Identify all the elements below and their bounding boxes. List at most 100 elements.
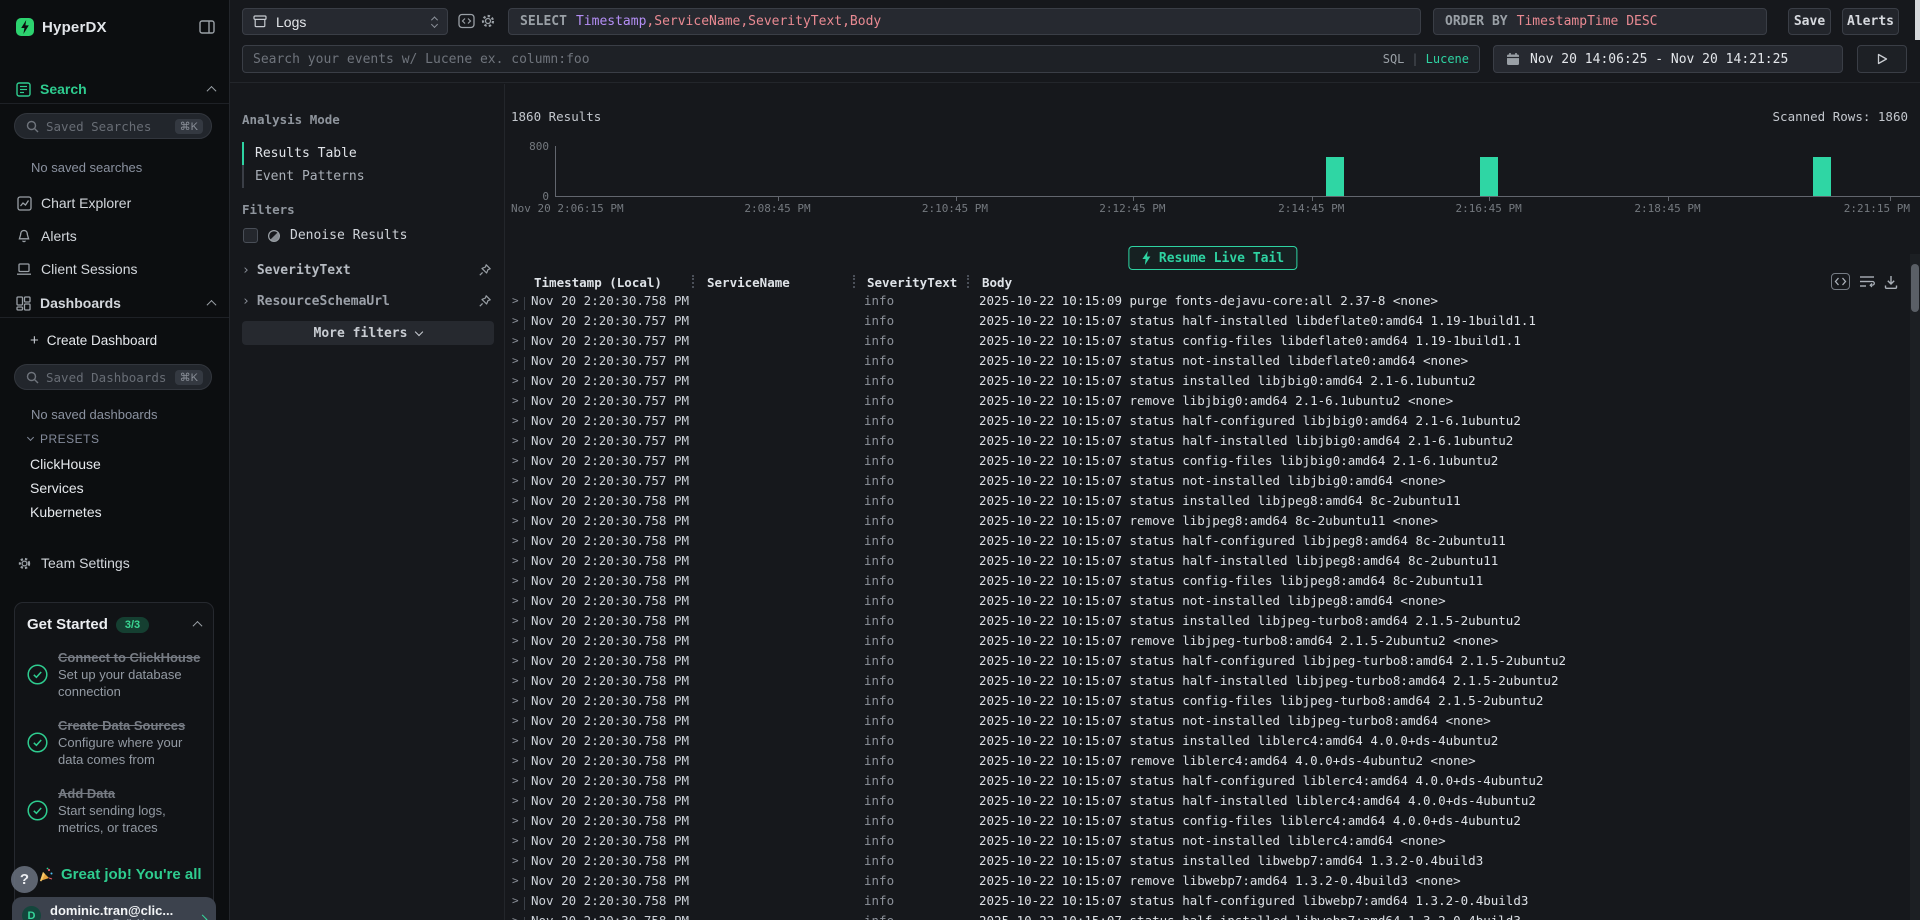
table-row[interactable]: > Nov 20 2:20:30.758 PM info 2025-10-22 … <box>505 670 1920 690</box>
table-row[interactable]: > Nov 20 2:20:30.758 PM info 2025-10-22 … <box>505 650 1920 670</box>
table-row[interactable]: > Nov 20 2:20:30.758 PM info 2025-10-22 … <box>505 770 1920 790</box>
row-expand-chevron[interactable]: > <box>505 334 531 347</box>
table-row[interactable]: > Nov 20 2:20:30.758 PM info 2025-10-22 … <box>505 710 1920 730</box>
select-columns-input[interactable]: SELECT Timestamp,ServiceName,SeverityTex… <box>508 8 1421 35</box>
table-row[interactable]: > Nov 20 2:20:30.757 PM info 2025-10-22 … <box>505 430 1920 450</box>
column-resize-handle[interactable] <box>853 275 855 288</box>
mode-event-patterns[interactable]: Event Patterns <box>242 165 492 188</box>
col-header-severitytext[interactable]: SeverityText <box>864 275 979 290</box>
run-query-button[interactable] <box>1857 45 1907 73</box>
user-profile-bar[interactable]: D dominic.tran@clic... dominic.tran@clic… <box>12 897 216 920</box>
column-resize-handle[interactable] <box>967 275 969 288</box>
row-expand-chevron[interactable]: > <box>505 854 531 867</box>
save-button[interactable]: Save <box>1788 8 1831 35</box>
source-settings-gear-icon[interactable] <box>480 13 496 29</box>
filter-group-resourceschemaurl[interactable]: › ResourceSchemaUrl <box>242 291 492 311</box>
chevron-up-icon[interactable] <box>207 85 217 95</box>
table-row[interactable]: > Nov 20 2:20:30.758 PM info 2025-10-22 … <box>505 510 1920 530</box>
pin-icon[interactable] <box>478 263 492 277</box>
preset-item-clickhouse[interactable]: ClickHouse <box>30 452 102 476</box>
row-expand-chevron[interactable]: > <box>505 714 531 727</box>
row-expand-chevron[interactable]: > <box>505 514 531 527</box>
histogram-bar[interactable] <box>1813 157 1831 196</box>
row-expand-chevron[interactable]: > <box>505 694 531 707</box>
table-row[interactable]: > Nov 20 2:20:30.758 PM info 2025-10-22 … <box>505 610 1920 630</box>
sidebar-collapse-icon[interactable] <box>199 20 215 34</box>
table-row[interactable]: > Nov 20 2:20:30.758 PM info 2025-10-22 … <box>505 550 1920 570</box>
sidebar-item-dashboards[interactable]: Dashboards <box>16 292 215 314</box>
chevron-up-icon[interactable] <box>193 621 203 631</box>
table-row[interactable]: > Nov 20 2:20:30.758 PM info 2025-10-22 … <box>505 690 1920 710</box>
sidebar-item-team-settings[interactable]: Team Settings <box>16 552 215 574</box>
table-row[interactable]: > Nov 20 2:20:30.757 PM info 2025-10-22 … <box>505 390 1920 410</box>
table-row[interactable]: > Nov 20 2:20:30.758 PM info 2025-10-22 … <box>505 490 1920 510</box>
row-expand-chevron[interactable]: > <box>505 414 531 427</box>
wrap-lines-icon[interactable] <box>1859 275 1875 288</box>
row-expand-chevron[interactable]: > <box>505 914 531 920</box>
table-row[interactable]: > Nov 20 2:20:30.757 PM info 2025-10-22 … <box>505 350 1920 370</box>
presets-toggle[interactable]: PRESETS <box>28 432 100 446</box>
row-expand-chevron[interactable]: > <box>505 474 531 487</box>
table-row[interactable]: > Nov 20 2:20:30.757 PM info 2025-10-22 … <box>505 470 1920 490</box>
table-row[interactable]: > Nov 20 2:20:30.757 PM info 2025-10-22 … <box>505 370 1920 390</box>
row-expand-chevron[interactable]: > <box>505 494 531 507</box>
row-expand-chevron[interactable]: > <box>505 314 531 327</box>
preset-item-services[interactable]: Services <box>30 476 102 500</box>
row-expand-chevron[interactable]: > <box>505 674 531 687</box>
table-row[interactable]: > Nov 20 2:20:30.758 PM info 2025-10-22 … <box>505 590 1920 610</box>
column-resize-handle[interactable] <box>692 275 694 288</box>
search-input[interactable] <box>253 52 1383 67</box>
row-expand-chevron[interactable]: > <box>505 894 531 907</box>
table-row[interactable]: > Nov 20 2:20:30.758 PM info 2025-10-22 … <box>505 850 1920 870</box>
get-started-header[interactable]: Get Started 3/3 <box>27 616 201 633</box>
denoise-checkbox[interactable] <box>243 228 258 243</box>
row-expand-chevron[interactable]: > <box>505 574 531 587</box>
sidebar-item-client-sessions[interactable]: Client Sessions <box>16 258 215 280</box>
chevron-up-icon[interactable] <box>207 299 217 309</box>
source-select[interactable]: Logs <box>242 8 448 35</box>
preset-item-kubernetes[interactable]: Kubernetes <box>30 500 102 524</box>
download-icon[interactable] <box>1884 275 1898 289</box>
row-expand-chevron[interactable]: > <box>505 594 531 607</box>
table-row[interactable]: > Nov 20 2:20:30.758 PM info 2025-10-22 … <box>505 810 1920 830</box>
histogram-bar[interactable] <box>1480 157 1498 196</box>
create-dashboard-button[interactable]: + Create Dashboard <box>30 332 157 349</box>
table-row[interactable]: > Nov 20 2:20:30.758 PM info 2025-10-22 … <box>505 830 1920 850</box>
row-expand-chevron[interactable]: > <box>505 634 531 647</box>
row-expand-chevron[interactable]: > <box>505 534 531 547</box>
expand-json-icon[interactable] <box>1831 273 1850 290</box>
row-expand-chevron[interactable]: > <box>505 394 531 407</box>
col-header-timestamp[interactable]: Timestamp (Local) <box>531 275 704 290</box>
order-by-input[interactable]: ORDER BY TimestampTime DESC <box>1433 8 1767 35</box>
row-expand-chevron[interactable]: > <box>505 734 531 747</box>
resume-live-tail-button[interactable]: Resume Live Tail <box>1128 246 1297 270</box>
table-row[interactable]: > Nov 20 2:20:30.758 PM info 2025-10-22 … <box>505 530 1920 550</box>
row-expand-chevron[interactable]: > <box>505 294 531 307</box>
sidebar-item-search[interactable]: Search <box>16 78 215 100</box>
row-expand-chevron[interactable]: > <box>505 354 531 367</box>
get-started-item[interactable]: Add Data Start sending logs, metrics, or… <box>27 785 201 836</box>
row-expand-chevron[interactable]: > <box>505 454 531 467</box>
table-row[interactable]: > Nov 20 2:20:30.758 PM info 2025-10-22 … <box>505 910 1920 920</box>
row-expand-chevron[interactable]: > <box>505 774 531 787</box>
table-row[interactable]: > Nov 20 2:20:30.758 PM info 2025-10-22 … <box>505 870 1920 890</box>
row-expand-chevron[interactable]: > <box>505 754 531 767</box>
table-row[interactable]: > Nov 20 2:20:30.758 PM info 2025-10-22 … <box>505 750 1920 770</box>
alerts-button[interactable]: Alerts <box>1842 8 1899 35</box>
histogram-bar[interactable] <box>1326 157 1344 196</box>
table-row[interactable]: > Nov 20 2:20:30.758 PM info 2025-10-22 … <box>505 790 1920 810</box>
row-expand-chevron[interactable]: > <box>505 374 531 387</box>
event-search-bar[interactable]: SQL | Lucene <box>242 45 1480 73</box>
mode-results-table[interactable]: Results Table <box>242 142 492 165</box>
row-expand-chevron[interactable]: > <box>505 614 531 627</box>
code-view-icon[interactable] <box>458 13 475 29</box>
filter-group-severitytext[interactable]: › SeverityText <box>242 260 492 280</box>
col-header-servicename[interactable]: ServiceName <box>704 275 864 290</box>
sql-mode-option[interactable]: SQL <box>1383 52 1405 66</box>
table-row[interactable]: > Nov 20 2:20:30.757 PM info 2025-10-22 … <box>505 330 1920 350</box>
table-row[interactable]: > Nov 20 2:20:30.757 PM info 2025-10-22 … <box>505 310 1920 330</box>
query-language-toggle[interactable]: SQL | Lucene <box>1383 52 1469 66</box>
help-button[interactable]: ? <box>11 866 38 893</box>
row-expand-chevron[interactable]: > <box>505 434 531 447</box>
table-scrollbar-thumb[interactable] <box>1911 264 1919 312</box>
